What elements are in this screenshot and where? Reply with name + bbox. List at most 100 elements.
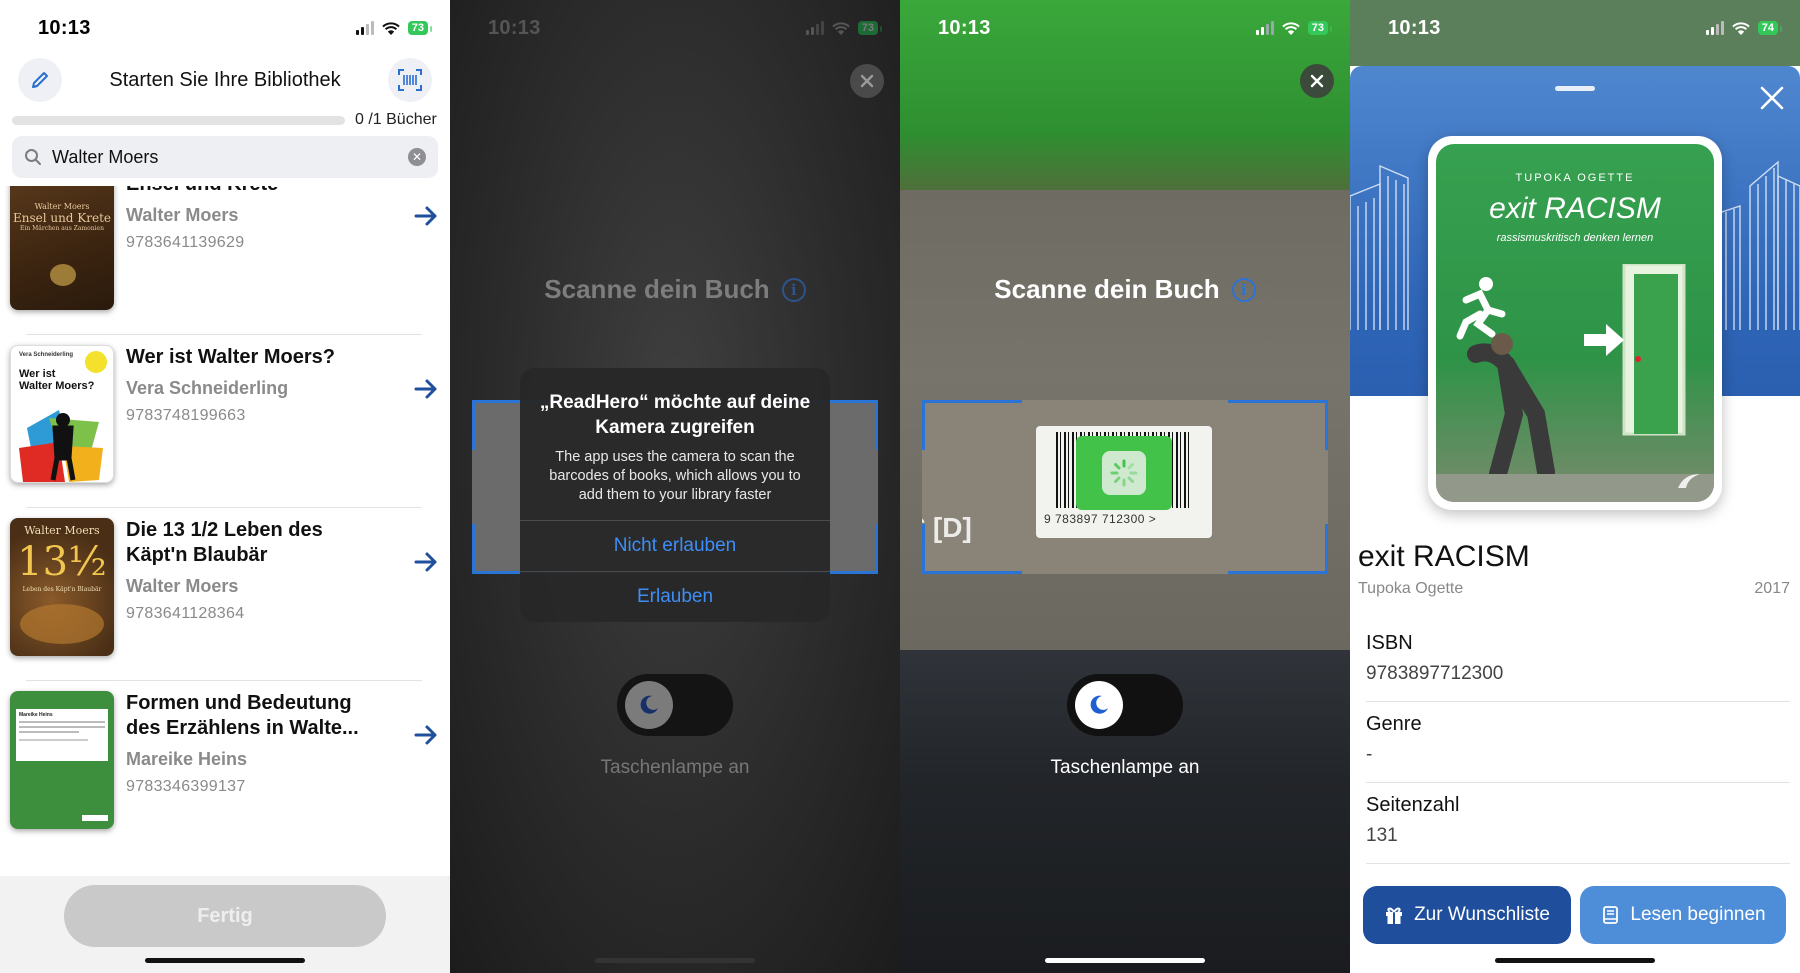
book-cover: Walter Moers Ensel und Krete Ein Märchen… [10, 186, 114, 310]
book-author: Mareike Heins [126, 749, 248, 769]
edit-button[interactable] [18, 58, 62, 102]
flashlight-label: Taschenlampe an [600, 757, 750, 778]
signal-icon [1255, 21, 1274, 35]
search-results-list[interactable]: Walter Moers Ensel und Krete Ein Märchen… [0, 186, 450, 876]
wifi-icon [382, 21, 400, 35]
close-icon [1310, 74, 1324, 88]
field-label: Genre [1366, 713, 1422, 735]
list-item[interactable]: Mareike Heins Formen und Bedeutung des Er… [0, 681, 450, 854]
cover-text: Ensel und Krete [12, 211, 112, 225]
field-label: ISBN [1366, 632, 1413, 654]
close-button[interactable] [850, 64, 884, 98]
progress-bar [12, 115, 345, 125]
flashlight-label: Taschenlampe an [1050, 757, 1200, 778]
status-time: 10:13 [938, 16, 991, 39]
cover-title: exit RACISM [1489, 192, 1661, 225]
close-button[interactable] [1300, 64, 1334, 98]
barcode-digits: 9 783897 712300 > [1044, 512, 1157, 526]
start-reading-button[interactable]: Lesen beginnen [1580, 886, 1786, 944]
loading-spinner-icon [1102, 451, 1146, 495]
cover-text: Leben des Käpt'n Blaubär [22, 586, 102, 593]
book-cover: Walter Moers 13½ Leben des Käpt'n Blaubä… [10, 518, 114, 656]
arrow-right-icon[interactable] [412, 375, 440, 403]
deny-button[interactable]: Nicht erlauben [520, 520, 830, 571]
search-input[interactable]: Walter Moers [52, 147, 408, 168]
home-indicator [145, 958, 305, 963]
arrow-right-icon[interactable] [412, 202, 440, 230]
field-value: 131 [1366, 825, 1398, 846]
book-title: Die 13 1/2 Leben des Käpt'n Blaubär [126, 519, 323, 566]
list-item[interactable]: Walter Moers Ensel und Krete Ein Märchen… [0, 186, 450, 335]
home-indicator [1495, 958, 1655, 963]
pages-field: Seitenzahl 131 [1366, 794, 1790, 864]
book-isbn: 9783748199663 [126, 407, 246, 424]
book-isbn: 9783641139629 [126, 234, 245, 251]
cover-text: Ein Märchen aus Zamonien [20, 225, 104, 232]
allow-button[interactable]: Erlauben [520, 571, 830, 622]
book-detail-sheet: 10:13 74 TUPOKA OGETTE exit RACISM rassi… [1350, 0, 1800, 973]
scan-camera-screen: 10:13 73 Scanne dein Buchi 0€ [D] 9 7838… [900, 0, 1350, 973]
flashlight-toggle[interactable] [617, 674, 733, 736]
gift-icon [1386, 907, 1403, 924]
battery-icon: 74 [1757, 21, 1783, 35]
cover-text: Wer ist [19, 368, 56, 380]
info-icon[interactable]: i [781, 278, 806, 302]
home-indicator [595, 958, 755, 963]
arrow-right-icon[interactable] [412, 548, 440, 576]
barcode-scan-button[interactable] [388, 58, 432, 102]
arrow-right-icon[interactable] [412, 721, 440, 749]
book-title: exit RACISM [1358, 540, 1530, 573]
clear-search-icon[interactable]: ✕ [408, 148, 426, 166]
progress-label: 0 /1 Bücher [355, 111, 437, 128]
search-field[interactable]: Walter Moers ✕ [12, 136, 438, 178]
status-bar: 10:13 73 [900, 0, 1350, 56]
book-cover-card: TUPOKA OGETTE exit RACISM rassismuskriti… [1428, 136, 1722, 510]
list-item[interactable]: Walter Moers 13½ Leben des Käpt'n Blaubä… [0, 508, 450, 681]
book-author: Walter Moers [126, 205, 239, 225]
done-button[interactable]: Fertig [64, 885, 386, 947]
field-label: Seitenzahl [1366, 794, 1460, 816]
library-progress: 0 /1 Bücher [12, 110, 438, 130]
library-start-screen: 10:13 73 Starten Sie Ihre Bibliothek 0 /… [0, 0, 450, 973]
scan-title: Scanne dein Buch i [450, 274, 900, 305]
book-author: Walter Moers [126, 576, 239, 596]
add-to-wishlist-button[interactable]: Zur Wunschliste [1363, 886, 1571, 944]
signal-icon [1705, 21, 1724, 35]
camera-permission-alert: „ReadHero“ möchte auf deine Kamera zugre… [520, 368, 830, 622]
scan-title: Scanne dein Buch i [900, 274, 1350, 305]
pencil-icon [32, 72, 48, 88]
search-icon [25, 149, 41, 165]
field-value: - [1366, 744, 1373, 765]
battery-icon: 73 [857, 21, 883, 35]
sheet: TUPOKA OGETTE exit RACISM rassismuskriti… [1350, 66, 1800, 973]
close-icon [860, 74, 874, 88]
sheet-handle[interactable] [1555, 86, 1595, 91]
battery-icon: 73 [407, 21, 433, 35]
moon-icon [1090, 695, 1108, 714]
signal-icon [355, 21, 374, 35]
cover-text: Mareike Heins [19, 712, 53, 718]
barcode-scan-icon [398, 69, 422, 91]
status-bar: 10:13 73 [0, 0, 450, 56]
book-year: 2017 [1754, 580, 1790, 597]
flashlight-toggle[interactable] [1067, 674, 1183, 736]
publisher-logo-icon [1678, 474, 1700, 488]
cover-text: Vera Schneiderling [19, 352, 74, 358]
cover-text: Walter Moers [24, 524, 100, 537]
wifi-icon [1282, 21, 1300, 35]
home-indicator [1045, 958, 1205, 963]
alert-message: The app uses the camera to scan the barc… [549, 449, 801, 503]
page-title: Starten Sie Ihre Bibliothek [109, 68, 341, 91]
close-icon[interactable] [1758, 84, 1786, 112]
battery-icon: 73 [1307, 21, 1333, 35]
cover-subtitle: rassismuskritisch denken lernen [1496, 232, 1654, 244]
status-bar: 10:13 74 [1350, 0, 1800, 56]
book-cover: Vera Schneiderling Wer ist Walter Moers? [10, 345, 114, 483]
cover-author: TUPOKA OGETTE [1515, 172, 1635, 184]
scan-frame: 0€ [D] 9 783897 712300 > [922, 400, 1328, 574]
list-item[interactable]: Vera Schneiderling Wer ist Walter Moers?… [0, 335, 450, 508]
exit-sign-illustration [1436, 264, 1714, 502]
moon-icon [640, 695, 658, 714]
info-icon[interactable]: i [1231, 278, 1256, 302]
wifi-icon [1732, 21, 1750, 35]
